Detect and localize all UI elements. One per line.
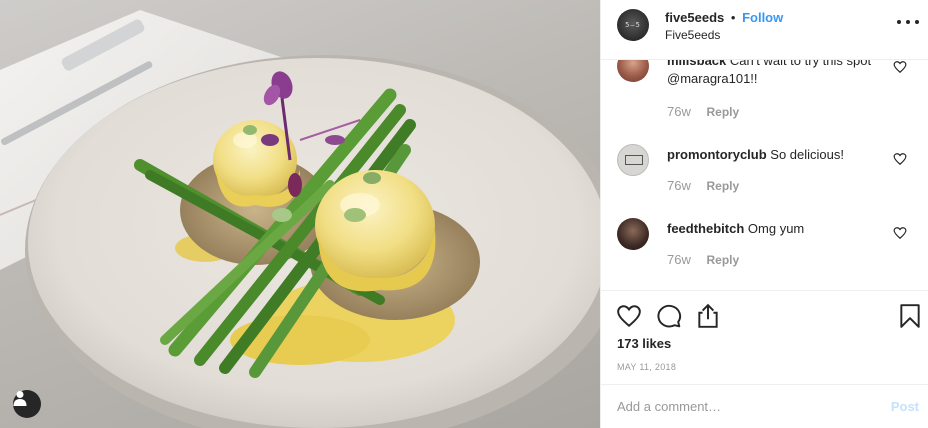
comment-username[interactable]: promontoryclub — [667, 147, 767, 162]
add-comment-bar: Post — [601, 384, 928, 428]
reply-button[interactable]: Reply — [706, 253, 739, 267]
follow-button[interactable]: Follow — [742, 10, 783, 25]
bookmark-icon[interactable] — [897, 303, 923, 329]
header-separator: • — [730, 10, 736, 25]
user-tag-icon — [13, 391, 27, 406]
comment-age: 76w — [667, 178, 691, 193]
tagged-user-button[interactable] — [13, 390, 41, 418]
comment-body: Omg yum — [747, 221, 805, 236]
post-photo[interactable] — [0, 0, 600, 428]
comment-text: millsback Can't wait to try this spot @m… — [667, 60, 887, 88]
comment-meta: 76w Reply — [667, 178, 739, 193]
more-options-icon[interactable] — [897, 14, 919, 30]
comment-like-icon[interactable] — [893, 60, 907, 74]
comment-username[interactable]: feedthebitch — [667, 221, 744, 236]
comment-body: So delicious! — [770, 147, 845, 162]
comment-icon[interactable] — [656, 303, 682, 329]
reply-button[interactable]: Reply — [706, 179, 739, 193]
reply-button[interactable]: Reply — [706, 105, 739, 119]
comment-avatar[interactable] — [617, 144, 649, 176]
post-details-panel: 5—5 five5eeds • Follow Five5eeds millsba… — [600, 0, 928, 428]
comment-avatar[interactable] — [617, 60, 649, 82]
avatar-text: 5—5 — [625, 21, 641, 29]
comment-avatar[interactable] — [617, 218, 649, 250]
comment-input[interactable] — [617, 399, 867, 414]
header-user-line: five5eeds • Follow — [665, 10, 783, 25]
comment-meta: 76w Reply — [667, 104, 739, 119]
header-username[interactable]: five5eeds — [665, 10, 724, 25]
likes-count[interactable]: 173 likes — [617, 336, 671, 351]
comment-age: 76w — [667, 252, 691, 267]
comment-text: feedthebitch Omg yum — [667, 220, 887, 238]
food-illustration — [0, 10, 600, 428]
comment-age: 76w — [667, 104, 691, 119]
post-comment-button[interactable]: Post — [891, 399, 919, 414]
post-actions: 173 likes MAY 11, 2018 — [601, 290, 928, 384]
avatar[interactable]: 5—5 — [617, 9, 649, 41]
comment-username[interactable]: millsback — [667, 60, 726, 68]
comment-like-icon[interactable] — [893, 152, 907, 166]
comment-text: promontoryclub So delicious! — [667, 146, 887, 164]
location-link[interactable]: Five5eeds — [665, 28, 720, 42]
comment-like-icon[interactable] — [893, 226, 907, 240]
post-date[interactable]: MAY 11, 2018 — [617, 362, 676, 372]
heart-icon[interactable] — [616, 303, 642, 329]
comment-meta: 76w Reply — [667, 252, 739, 267]
post-header: 5—5 five5eeds • Follow Five5eeds — [601, 0, 928, 60]
share-icon[interactable] — [695, 303, 721, 329]
comments-list[interactable]: millsback Can't wait to try this spot @m… — [601, 60, 928, 290]
